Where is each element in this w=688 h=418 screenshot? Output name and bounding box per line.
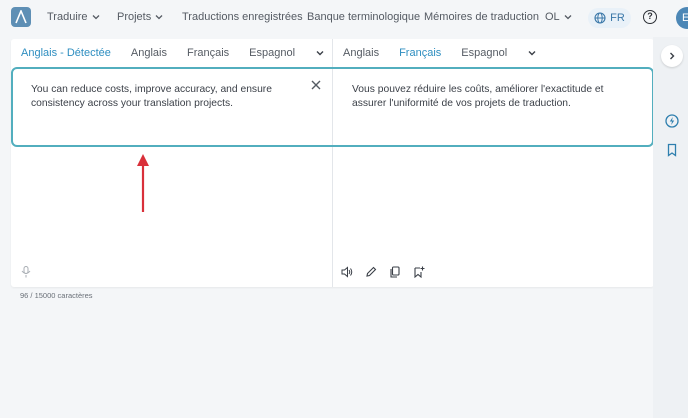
- chevron-right-icon: [670, 52, 675, 60]
- chevron-down-icon[interactable]: [527, 48, 537, 58]
- nav-projects-label: Projets: [117, 11, 152, 23]
- nav-saved-label: Traductions enregistrées: [182, 11, 303, 23]
- avatar-letter: E: [682, 12, 688, 24]
- speaker-icon[interactable]: [341, 266, 353, 278]
- chevron-down-icon: [155, 15, 163, 20]
- tab-target-french[interactable]: Français: [399, 47, 441, 59]
- translated-text-output: Vous pouvez réduire les coûts, améliorer…: [352, 84, 604, 109]
- chevron-down-icon: [92, 15, 100, 20]
- ui-language-button[interactable]: FR: [588, 8, 631, 28]
- user-menu[interactable]: OL: [545, 11, 572, 23]
- logo-icon: [15, 10, 27, 24]
- help-icon[interactable]: ?: [643, 10, 657, 24]
- chevron-down-icon: [564, 15, 572, 20]
- annotation-arrow-icon: [137, 154, 149, 212]
- app-logo[interactable]: [11, 7, 31, 27]
- tab-source-french[interactable]: Français: [187, 47, 229, 59]
- tab-source-spanish[interactable]: Espagnol: [249, 47, 295, 59]
- nav-projects[interactable]: Projets: [117, 11, 163, 23]
- nav-translation-memories[interactable]: Mémoires de traduction: [424, 11, 539, 23]
- expand-sidebar-button[interactable]: [661, 45, 683, 67]
- nav-saved-translations[interactable]: Traductions enregistrées: [182, 11, 303, 23]
- source-language-tabs: Anglais - Détectée Anglais Français Espa…: [21, 39, 325, 67]
- user-initials: OL: [545, 11, 560, 23]
- nav-translate-label: Traduire: [47, 11, 88, 23]
- ui-language-label: FR: [610, 12, 625, 24]
- bookmark-icon[interactable]: [665, 143, 679, 157]
- avatar[interactable]: E: [676, 7, 688, 29]
- copy-icon[interactable]: [389, 266, 401, 278]
- bolt-icon[interactable]: [665, 114, 679, 128]
- close-icon[interactable]: [310, 79, 322, 91]
- nav-term-bank[interactable]: Banque terminologique: [307, 11, 420, 23]
- tab-source-detected[interactable]: Anglais - Détectée: [21, 47, 111, 59]
- right-sidebar: [653, 37, 688, 418]
- microphone-icon[interactable]: [21, 266, 31, 278]
- edit-icon[interactable]: [365, 266, 377, 278]
- target-language-tabs: Anglais Français Espagnol: [343, 39, 537, 67]
- tab-target-spanish[interactable]: Espagnol: [461, 47, 507, 59]
- tab-target-english[interactable]: Anglais: [343, 47, 379, 59]
- character-count: 96 / 15000 caractères: [20, 291, 93, 300]
- nav-memories-label: Mémoires de traduction: [424, 11, 539, 23]
- globe-icon: [594, 12, 606, 24]
- bookmark-add-icon[interactable]: [413, 266, 425, 278]
- top-navigation: Traduire Projets Traductions enregistrée…: [0, 0, 688, 37]
- nav-translate[interactable]: Traduire: [47, 11, 100, 23]
- source-text-input[interactable]: You can reduce costs, improve accuracy, …: [31, 83, 276, 111]
- nav-termbank-label: Banque terminologique: [307, 11, 421, 23]
- chevron-down-icon[interactable]: [315, 48, 325, 58]
- tab-source-english[interactable]: Anglais: [131, 47, 167, 59]
